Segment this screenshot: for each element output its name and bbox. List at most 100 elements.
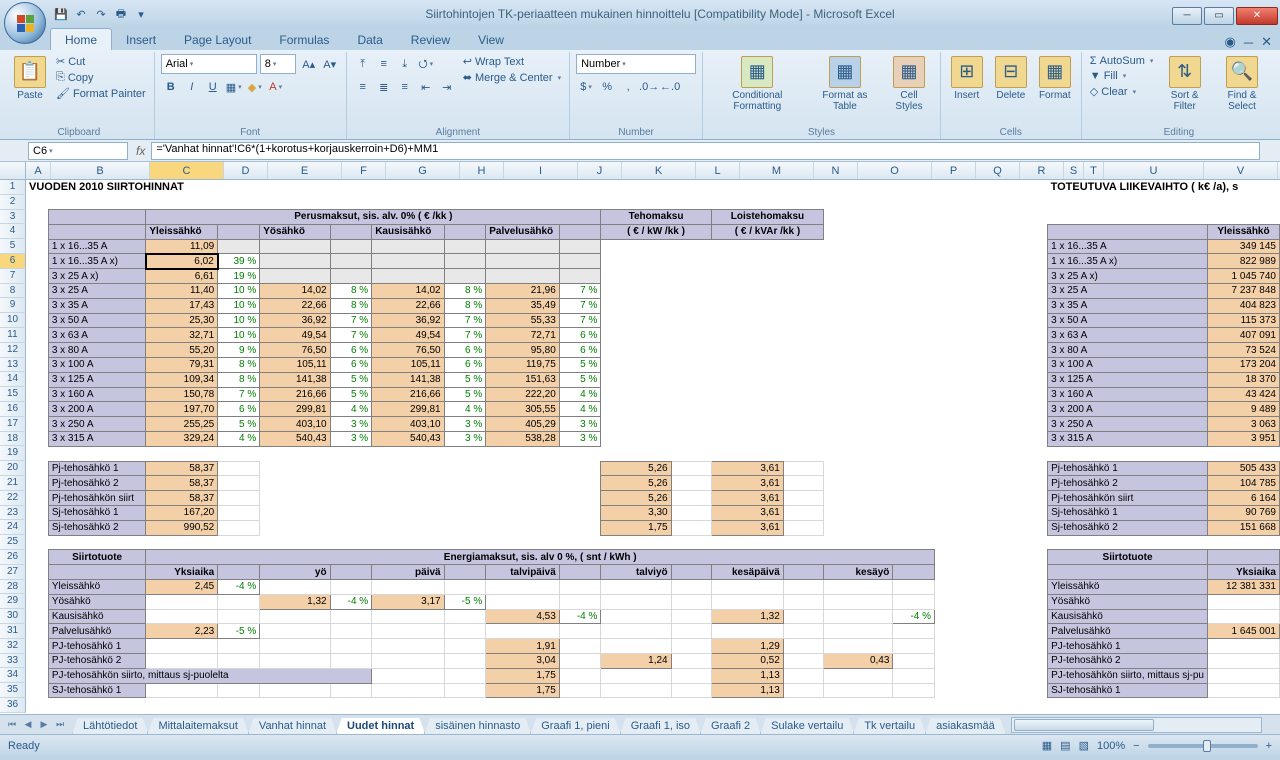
sheet-tab[interactable]: asiakasmää [925,718,1006,735]
col-header-U[interactable]: U [1104,162,1204,179]
find-select-button[interactable]: 🔍Find & Select [1214,54,1270,114]
sort-filter-button[interactable]: ⇅Sort & Filter [1159,54,1210,114]
sheet-tab[interactable]: sisäinen hinnasto [424,718,531,735]
row-header-15[interactable]: 15 [0,387,26,402]
comma-format[interactable]: , [618,77,638,97]
cell-styles-button[interactable]: ▦Cell Styles [884,54,934,114]
row-header-33[interactable]: 33 [0,654,26,669]
col-header-D[interactable]: D [224,162,268,179]
row-header-19[interactable]: 19 [0,446,26,461]
qat-more-icon[interactable]: ▾ [134,7,148,21]
ribbon-close-icon[interactable]: ✕ [1261,34,1272,50]
col-header-B[interactable]: B [51,162,150,179]
format-painter-button[interactable]: 🖌Format Painter [54,86,148,101]
col-header-V[interactable]: V [1204,162,1278,179]
insert-cells-button[interactable]: ⊞Insert [947,54,987,103]
conditional-formatting-button[interactable]: ▦Conditional Formatting [709,54,805,114]
row-header-29[interactable]: 29 [0,594,26,609]
format-as-table-button[interactable]: ▦Format as Table [809,54,880,114]
sheet-tab[interactable]: Tk vertailu [853,718,926,735]
view-normal-icon[interactable]: ▦ [1042,739,1052,752]
row-header-2[interactable]: 2 [0,195,26,210]
row-header-17[interactable]: 17 [0,417,26,432]
tab-insert[interactable]: Insert [112,29,170,50]
italic-button[interactable]: I [182,77,202,97]
tab-page-layout[interactable]: Page Layout [170,29,265,50]
col-header-L[interactable]: L [696,162,740,179]
row-header-24[interactable]: 24 [0,520,26,535]
row-header-28[interactable]: 28 [0,580,26,595]
col-header-J[interactable]: J [578,162,622,179]
fx-icon[interactable]: fx [130,144,151,158]
cut-button[interactable]: ✂Cut [54,54,148,69]
row-header-10[interactable]: 10 [0,313,26,328]
align-middle[interactable]: ≡ [374,54,394,74]
zoom-out-icon[interactable]: − [1133,740,1139,752]
row-header-34[interactable]: 34 [0,668,26,683]
align-bottom[interactable]: ⤓ [395,54,415,74]
print-icon[interactable]: 🖶 [114,7,128,21]
row-header-9[interactable]: 9 [0,298,26,313]
row-header-6[interactable]: 6 [0,254,26,269]
row-header-3[interactable]: 3 [0,210,26,225]
sheet-last-icon[interactable]: ⏭ [52,719,68,730]
align-center[interactable]: ≣ [374,77,394,97]
col-header-P[interactable]: P [932,162,976,179]
ribbon-minimize-icon[interactable]: ─ [1244,35,1253,50]
indent-inc[interactable]: ⇥ [437,77,457,97]
number-format-combo[interactable]: Number [576,54,696,74]
select-all-button[interactable] [0,162,26,179]
horizontal-scrollbar[interactable] [1011,717,1262,733]
redo-icon[interactable]: ↷ [94,7,108,21]
delete-cells-button[interactable]: ⊟Delete [991,54,1031,103]
zoom-slider[interactable] [1148,744,1258,748]
row-header-35[interactable]: 35 [0,683,26,698]
font-name-combo[interactable]: Arial [161,54,257,74]
sheet-tab[interactable]: Mittalaitemaksut [147,718,248,735]
view-break-icon[interactable]: ▧ [1079,739,1089,752]
bold-button[interactable]: B [161,77,181,97]
paste-button[interactable]: 📋Paste [10,54,50,103]
col-header-G[interactable]: G [386,162,460,179]
sheet-tab[interactable]: Sulake vertailu [760,718,854,735]
tab-home[interactable]: Home [50,28,112,50]
col-header-S[interactable]: S [1064,162,1084,179]
font-color-button[interactable]: A [266,77,286,97]
col-header-R[interactable]: R [1020,162,1064,179]
tab-formulas[interactable]: Formulas [265,29,343,50]
row-header-7[interactable]: 7 [0,269,26,284]
row-header-1[interactable]: 1 [0,180,26,195]
dec-decimal[interactable]: ←.0 [660,77,680,97]
row-header-11[interactable]: 11 [0,328,26,343]
col-header-I[interactable]: I [504,162,578,179]
format-cells-button[interactable]: ▦Format [1035,54,1075,103]
col-header-F[interactable]: F [342,162,386,179]
row-header-13[interactable]: 13 [0,358,26,373]
percent-format[interactable]: % [597,77,617,97]
col-header-N[interactable]: N [814,162,858,179]
help-icon[interactable]: ◉ [1225,34,1236,50]
col-header-Q[interactable]: Q [976,162,1020,179]
row-header-36[interactable]: 36 [0,698,26,713]
sheet-tab[interactable]: Graafi 2 [700,718,761,735]
sheet-tab[interactable]: Lähtötiedot [72,718,148,735]
row-header-27[interactable]: 27 [0,565,26,580]
row-header-12[interactable]: 12 [0,343,26,358]
row-header-8[interactable]: 8 [0,284,26,299]
sheet-tab[interactable]: Uudet hinnat [336,718,425,735]
merge-center-button[interactable]: ⬌Merge & Center [461,70,563,85]
row-header-20[interactable]: 20 [0,461,26,476]
row-header-5[interactable]: 5 [0,239,26,254]
row-header-22[interactable]: 22 [0,491,26,506]
align-top[interactable]: ⤒ [353,54,373,74]
row-header-21[interactable]: 21 [0,476,26,491]
col-header-C[interactable]: C [150,162,224,179]
inc-decimal[interactable]: .0→ [639,77,659,97]
row-header-26[interactable]: 26 [0,550,26,565]
underline-button[interactable]: U [203,77,223,97]
grow-font-icon[interactable]: A▴ [299,54,319,74]
sheet-tab[interactable]: Graafi 1, iso [620,718,701,735]
shrink-font-icon[interactable]: A▾ [320,54,340,74]
name-box[interactable]: C6 [28,142,128,160]
undo-icon[interactable]: ↶ [74,7,88,21]
